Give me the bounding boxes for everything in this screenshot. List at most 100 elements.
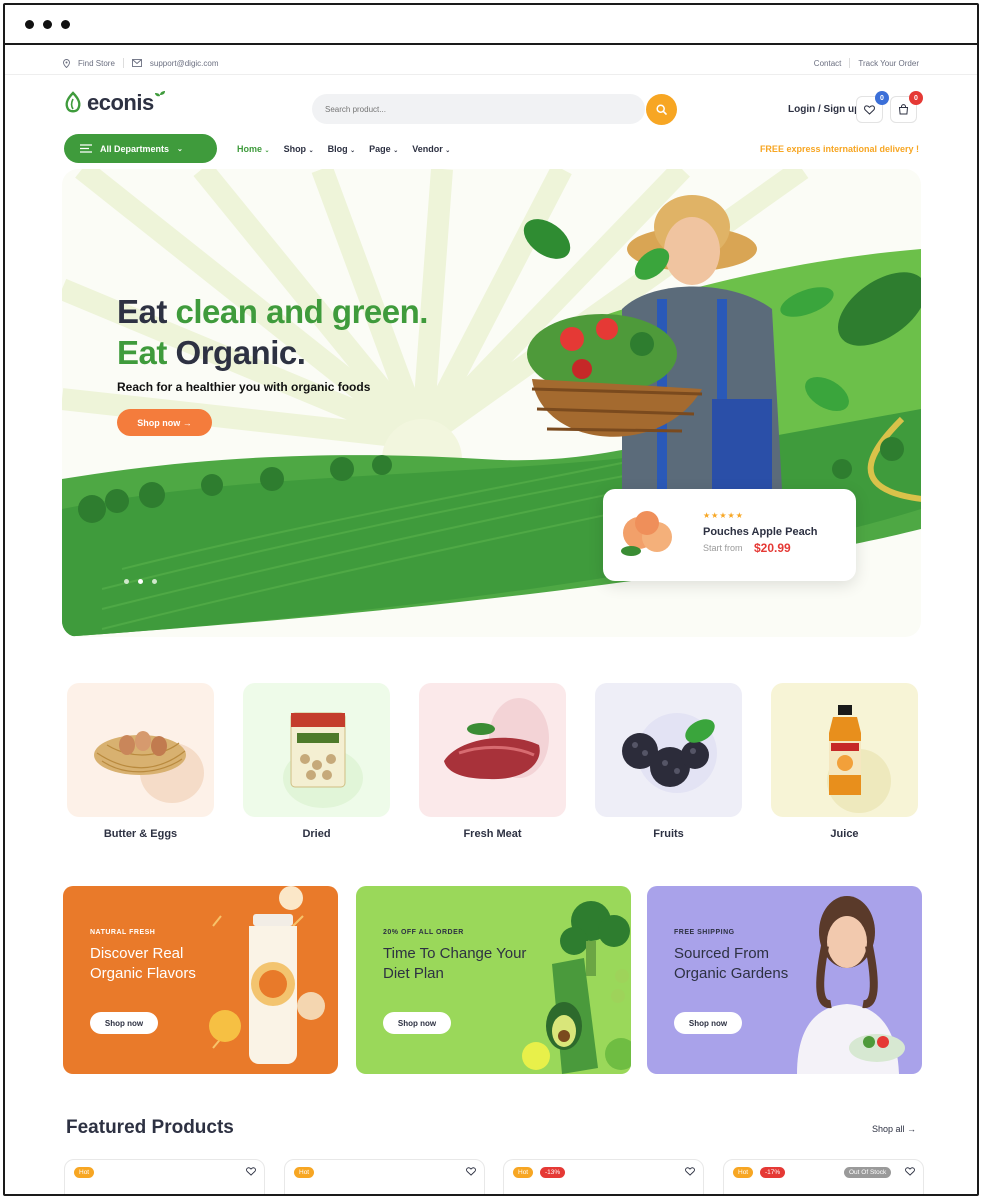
logo-text: econis [87,90,154,115]
dried-pack-image [283,712,363,808]
support-email-link[interactable]: support@digic.com [150,59,219,68]
promo-banner-free-shipping[interactable]: FREE SHIPPING Sourced From Organic Garde… [647,886,922,1074]
category-label[interactable]: Dried [243,828,390,840]
nav-item-vendor[interactable]: Vendor ⌄ [412,144,450,154]
promo-banner-diet-plan[interactable]: 20% OFF ALL ORDER Time To Change Your Di… [356,886,631,1074]
blackberries-image [622,713,717,793]
carousel-dot[interactable] [124,579,129,584]
featured-products-heading: Featured Products [66,1117,234,1138]
nav-item-shop[interactable]: Shop ⌄ [284,144,314,154]
rating-stars: ★★★★★ [703,511,744,520]
leaf-logo-icon [65,91,81,113]
nav-label: Page [369,144,391,154]
menu-icon [80,144,92,153]
wishlist-heart-icon[interactable] [246,1167,256,1176]
start-from-label: Start from [703,543,743,553]
category-card-juice[interactable] [771,683,918,817]
nav-label: Vendor [412,144,443,154]
search-input[interactable] [312,94,645,124]
banner-shop-now-button[interactable]: Shop now [383,1012,451,1034]
main-nav: Home ⌄ Shop ⌄ Blog ⌄ Page ⌄ Vendor ⌄ [237,144,450,154]
category-card-fresh-meat[interactable] [419,683,566,817]
peach-image [621,511,672,556]
category-label[interactable]: Butter & Eggs [67,828,214,840]
headline-dark-text: Organic. [175,334,306,371]
track-order-link[interactable]: Track Your Order [858,59,919,68]
sprout-icon [154,91,165,101]
chevron-down-icon: ⌄ [350,148,356,154]
search-icon [656,104,667,115]
banner-title: Sourced From Organic Gardens [674,945,789,982]
discount-tag: -13% [540,1167,566,1178]
window-dot-icon [25,20,34,29]
promo-banner-natural-fresh[interactable]: NATURAL FRESH Discover Real Organic Flav… [63,886,338,1074]
product-card[interactable]: Hot [64,1159,265,1194]
hot-tag: Hot [294,1167,315,1178]
hero-product-card[interactable]: ★★★★★ Pouches Apple Peach Start from $20… [603,489,856,581]
product-card[interactable]: Hot [284,1159,485,1194]
banner-shop-now-button[interactable]: Shop now [674,1012,742,1034]
category-card-dried[interactable] [243,683,390,817]
carousel-dots [124,579,157,584]
cart-button[interactable]: 0 [890,91,923,123]
juice-bottle-image [827,705,891,813]
banner-eyebrow: NATURAL FRESH [90,929,156,936]
category-card-butter-eggs[interactable] [67,683,214,817]
wishlist-heart-icon[interactable] [466,1167,476,1176]
divider [122,58,124,68]
category-label[interactable]: Juice [771,828,918,840]
login-signup-link[interactable]: Login / Sign up [788,104,860,115]
all-departments-label: All Departments [100,143,170,154]
nav-item-home[interactable]: Home ⌄ [237,144,270,154]
window-chrome [5,5,977,45]
carousel-dot[interactable] [152,579,157,584]
all-departments-button[interactable]: All Departments ⌄ [64,134,217,163]
headline-green-text: clean and green. [175,293,429,330]
window-dot-icon [43,20,52,29]
hero-subtitle: Reach for a healthier you with organic f… [117,380,371,394]
category-label[interactable]: Fresh Meat [419,828,566,840]
hot-tag: Hot [74,1167,95,1178]
window-dot-icon [61,20,70,29]
chevron-down-icon: ⌄ [308,148,314,154]
cart-count-badge: 0 [909,91,923,105]
search-button[interactable] [646,94,677,125]
banner-shop-now-button[interactable]: Shop now [90,1012,158,1034]
chevron-down-icon: ⌄ [393,148,399,154]
divider [849,58,851,68]
banner-eyebrow: FREE SHIPPING [674,929,735,936]
site-logo[interactable]: econis [62,90,166,116]
hero-headline-line2: Eat Organic. [117,334,306,371]
nav-item-page[interactable]: Page ⌄ [369,144,398,154]
category-label[interactable]: Fruits [595,828,742,840]
product-card[interactable]: Hot -17% Out Of Stock [723,1159,924,1194]
wishlist-button[interactable]: 0 [856,91,889,123]
delivery-promo-text: FREE express international delivery ! [759,144,919,154]
product-price: $20.99 [754,541,791,555]
shop-all-link[interactable]: Shop all → [872,1124,916,1134]
browser-frame: Find Store support@digic.com Contact Tra… [3,3,979,1196]
banner-title: Discover Real Organic Flavors [90,945,196,982]
wishlist-heart-icon[interactable] [905,1167,915,1176]
product-card[interactable]: Hot -13% [503,1159,704,1194]
mail-icon [131,59,142,67]
heart-icon [864,104,875,115]
chevron-down-icon: ⌄ [445,148,451,154]
wishlist-heart-icon[interactable] [685,1167,695,1176]
nav-item-blog[interactable]: Blog ⌄ [328,144,356,154]
hero-headline-line1: Eat clean and green. [117,295,428,328]
contact-link[interactable]: Contact [814,59,842,68]
top-bar: Find Store support@digic.com Contact Tra… [5,53,977,75]
shopping-bag-icon [898,104,909,115]
category-card-fruits[interactable] [595,683,742,817]
wishlist-count-badge: 0 [875,91,889,105]
banner-eyebrow: 20% OFF ALL ORDER [383,929,464,936]
find-store-link[interactable]: Find Store [78,59,115,68]
hot-tag: Hot [733,1167,754,1178]
hero-shop-now-button[interactable]: Shop now → [117,409,212,436]
nav-label: Blog [327,144,348,154]
headline-green-text: Eat [117,334,176,371]
carousel-dot-active[interactable] [138,579,143,584]
banner-title: Time To Change Your Diet Plan [383,945,527,982]
nav-label: Home [237,144,263,154]
